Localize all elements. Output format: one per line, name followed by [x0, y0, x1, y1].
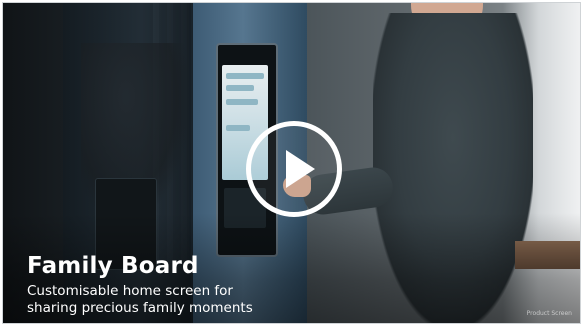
video-title: Family Board — [27, 253, 199, 279]
play-icon — [286, 150, 315, 188]
watermark: Product Screen — [526, 310, 572, 317]
video-subtitle-line-2: sharing precious family moments — [27, 300, 253, 316]
video-player[interactable]: Family Board Customisable home screen fo… — [2, 2, 581, 324]
video-subtitle-line-1: Customisable home screen for — [27, 283, 233, 299]
video-subtitle: Customisable home screen for sharing pre… — [27, 283, 253, 317]
play-button[interactable] — [246, 121, 342, 217]
